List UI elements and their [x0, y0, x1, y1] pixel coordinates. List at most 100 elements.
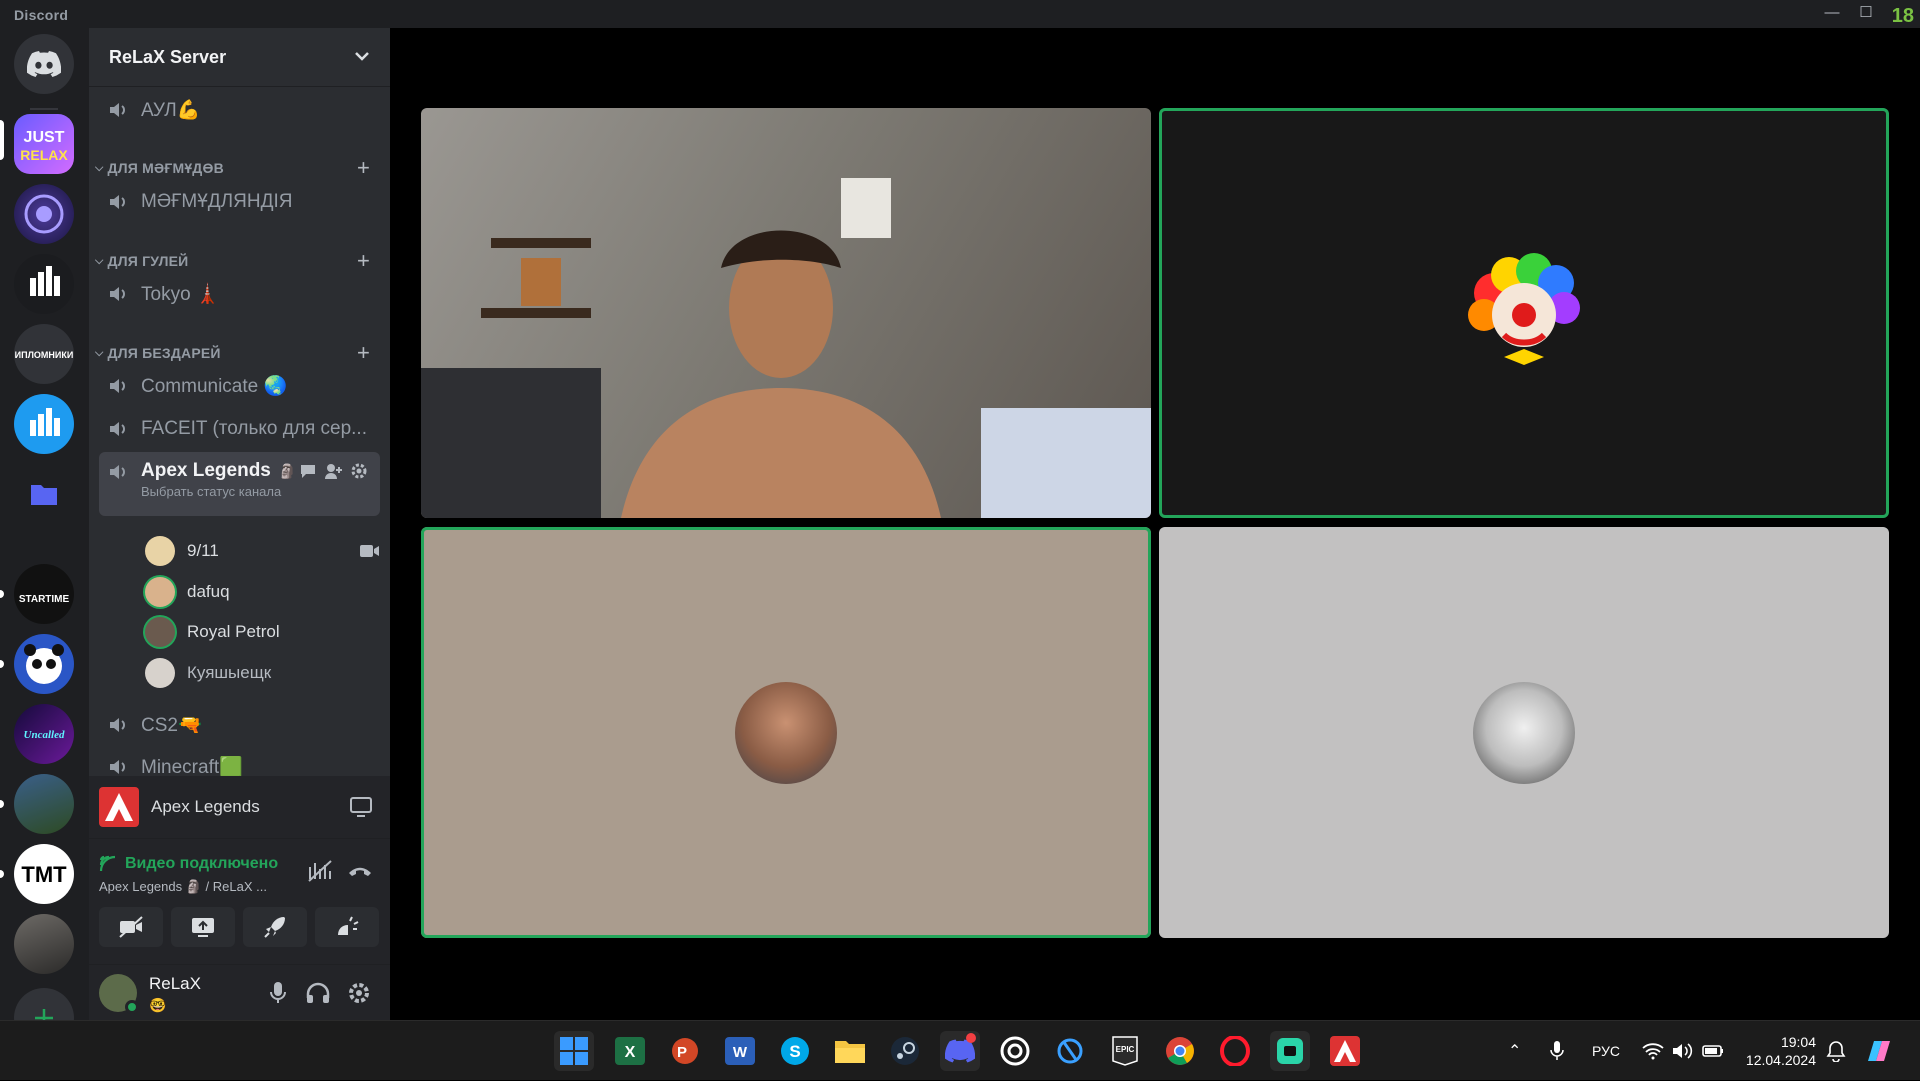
guild-step-blue[interactable] — [14, 394, 74, 454]
disconnect-icon[interactable] — [347, 861, 373, 881]
soundboard-button[interactable] — [315, 907, 379, 947]
guild-panda[interactable] — [14, 634, 74, 694]
voice-member[interactable]: Royal Petrol — [145, 614, 380, 650]
camera-off-icon — [119, 916, 143, 938]
category-bezdarey[interactable]: ⌵ ДЛЯ БЕЗДАРЕЙ + — [95, 340, 380, 366]
noise-suppression-icon[interactable] — [307, 859, 333, 883]
taskbar: X P W S EPIC ⌃ РУС 19:04 12.04.2024 — [0, 1020, 1920, 1080]
voice-locked-icon — [110, 103, 125, 117]
add-channel-icon[interactable]: + — [357, 248, 370, 274]
taskbar-app-word[interactable]: W — [720, 1031, 760, 1071]
headphones-icon[interactable] — [306, 982, 330, 1004]
minimize-button[interactable]: — — [1822, 4, 1842, 22]
tray-microphone-icon[interactable] — [1550, 1021, 1564, 1081]
voice-member[interactable]: 9/11 — [145, 533, 380, 569]
screen-share-button[interactable] — [171, 907, 235, 947]
add-channel-icon[interactable]: + — [357, 155, 370, 181]
taskbar-app-chrome[interactable] — [1160, 1031, 1200, 1071]
video-tile-avatar-1[interactable] — [421, 527, 1151, 938]
add-channel-icon[interactable]: + — [357, 340, 370, 366]
voice-channel-magmudlyandiya[interactable]: МӘҒМҰДЛЯНДІЯ — [99, 183, 380, 221]
guild-3[interactable]: ИПЛОМНИКИ — [14, 324, 74, 384]
home-button[interactable] — [14, 34, 74, 94]
video-tile-avatar-2[interactable] — [1159, 527, 1889, 938]
channel-name: CS2🔫 — [141, 715, 202, 736]
taskbar-app-opera[interactable] — [1215, 1031, 1255, 1071]
microphone-icon[interactable] — [269, 981, 287, 1005]
server-icon: ИПЛОМНИКИ — [15, 350, 74, 360]
guild-tree[interactable] — [14, 774, 74, 834]
server-icon: STARTIME — [19, 594, 70, 605]
svg-text:X: X — [625, 1044, 636, 1061]
guild-neon[interactable]: Uncalled — [14, 704, 74, 764]
steam-icon — [891, 1037, 919, 1065]
taskbar-app-powerpoint[interactable]: P — [665, 1031, 705, 1071]
svg-text:JUST: JUST — [24, 129, 65, 146]
voice-channel-faceit[interactable]: FACEIT (только для сер... — [99, 410, 380, 448]
taskbar-app-steam[interactable] — [885, 1031, 925, 1071]
activities-button[interactable] — [243, 907, 307, 947]
guild-folder[interactable] — [14, 464, 74, 524]
voice-member[interactable]: dafuq — [145, 574, 380, 610]
category-guley[interactable]: ⌵ ДЛЯ ГУЛЕЙ + — [95, 248, 380, 274]
taskbar-app-explorer[interactable] — [830, 1031, 870, 1071]
avatar — [145, 658, 175, 688]
powerpoint-icon: P — [672, 1038, 698, 1064]
title-bar: Discord — ☐ 18 — [0, 0, 1920, 28]
channel-name: МӘҒМҰДЛЯНДІЯ — [141, 191, 293, 212]
separator — [30, 108, 58, 110]
battery-icon[interactable] — [1702, 1021, 1724, 1081]
windows-logo-icon — [560, 1037, 588, 1065]
category-name: ДЛЯ ГУЛЕЙ — [107, 253, 189, 269]
unread-pill — [0, 660, 4, 668]
guild-tmt[interactable]: TMT — [14, 844, 74, 904]
guild-just-relax[interactable]: JUST RELAX — [14, 114, 74, 174]
voice-member[interactable]: Куяшыещк — [145, 655, 380, 691]
voice-channel-communicate[interactable]: Communicate 🌏 — [99, 367, 380, 405]
channel-status-input[interactable]: Выбрать статус канала — [141, 484, 296, 499]
server-icon — [30, 408, 60, 436]
guild-step[interactable] — [14, 254, 74, 314]
taskbar-app-epic[interactable]: EPIC — [1105, 1031, 1145, 1071]
guild-anime[interactable] — [14, 914, 74, 974]
video-tile-clown[interactable] — [1159, 108, 1889, 518]
user-settings-gear-icon[interactable] — [347, 981, 371, 1005]
taskbar-app-roblox[interactable] — [1270, 1031, 1310, 1071]
volume-icon[interactable] — [1672, 1021, 1694, 1081]
stream-game-icon[interactable] — [350, 797, 372, 817]
chat-icon[interactable] — [299, 462, 317, 480]
maximize-button[interactable]: ☐ — [1856, 4, 1876, 22]
guild-2[interactable] — [14, 184, 74, 244]
video-tile-camera[interactable] — [421, 108, 1151, 518]
avatar — [145, 577, 175, 607]
taskbar-app-apex[interactable] — [1325, 1031, 1365, 1071]
copilot-icon[interactable] — [1864, 1021, 1894, 1081]
taskbar-app-battlenet[interactable] — [1050, 1031, 1090, 1071]
wifi-icon[interactable] — [1642, 1021, 1664, 1081]
screen-share-icon — [192, 918, 214, 937]
start-button[interactable] — [554, 1031, 594, 1071]
user-avatar — [735, 682, 837, 784]
taskbar-app-skype[interactable]: S — [775, 1031, 815, 1071]
taskbar-app-ubisoft[interactable] — [995, 1031, 1035, 1071]
voice-channel-apex-legends[interactable]: Apex Legends 🗿 Выбрать статус канала — [99, 452, 380, 516]
voice-channel-aul[interactable]: АУЛ💪 — [99, 91, 380, 129]
voice-location[interactable]: Apex Legends 🗿 / ReLaX ... — [99, 879, 267, 895]
voice-channel-tokyo[interactable]: Tokyo 🗼 — [99, 275, 380, 313]
camera-off-button[interactable] — [99, 907, 163, 947]
clock[interactable]: 19:04 12.04.2024 — [1744, 1021, 1816, 1081]
add-member-icon[interactable] — [324, 462, 342, 480]
active-pill — [0, 120, 4, 160]
taskbar-app-excel[interactable]: X — [610, 1031, 650, 1071]
server-header[interactable]: ReLaX Server — [89, 28, 390, 87]
taskbar-app-discord[interactable] — [940, 1031, 980, 1071]
notifications-icon[interactable] — [1826, 1021, 1846, 1081]
tray-overflow-icon[interactable]: ⌃ — [1508, 1021, 1521, 1081]
gear-icon[interactable] — [350, 462, 368, 480]
category-magmudov[interactable]: ⌵ ДЛЯ МӘҒМҰДӨВ + — [95, 155, 380, 181]
roblox-icon — [1277, 1038, 1303, 1064]
rocket-icon — [264, 917, 285, 938]
voice-channel-cs2[interactable]: CS2🔫 — [99, 706, 380, 744]
guild-startime[interactable]: STARTIME — [14, 564, 74, 624]
language-indicator[interactable]: РУС — [1592, 1021, 1620, 1081]
